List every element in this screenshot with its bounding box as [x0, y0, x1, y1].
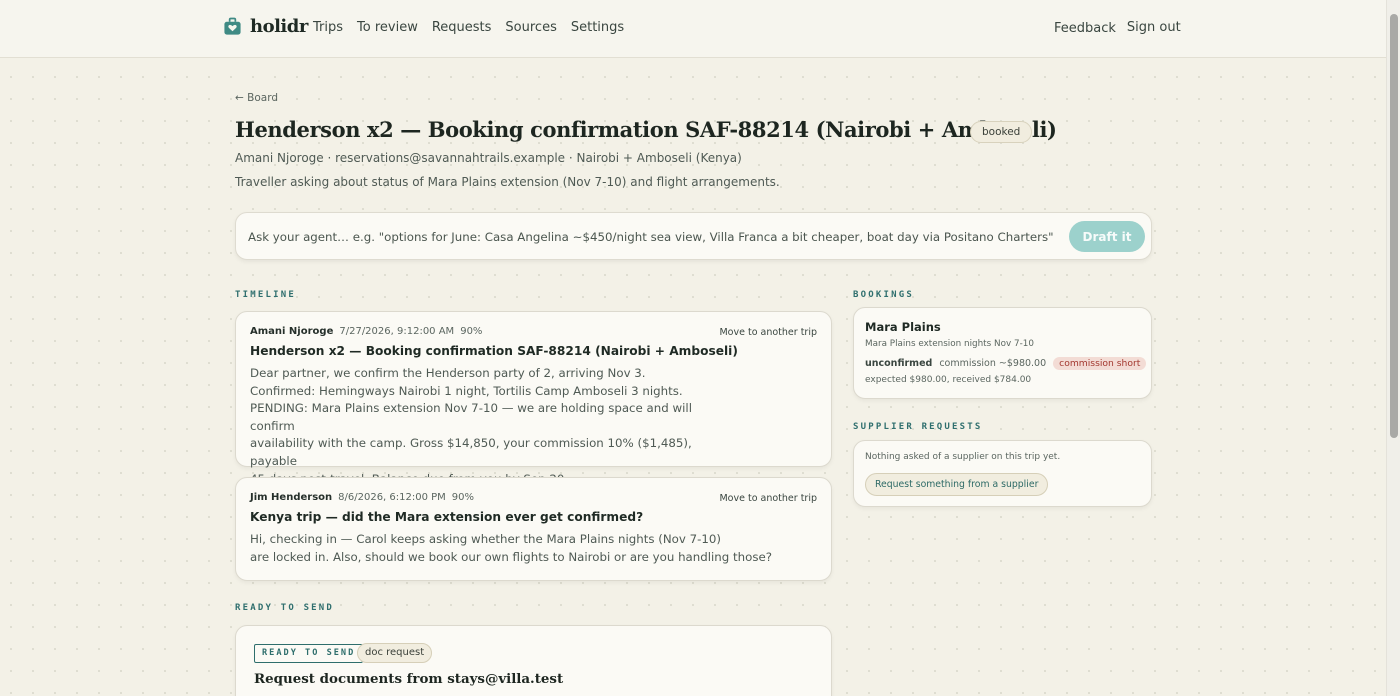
suitcase-heart-icon — [224, 17, 241, 35]
timeline-label: TIMELINE — [235, 290, 296, 300]
ready-to-send-title: Request documents from stays@villa.test — [254, 671, 564, 687]
nav-to-review[interactable]: To review — [357, 20, 418, 35]
trip-summary: Traveller asking about status of Mara Pl… — [235, 175, 780, 189]
feedback-link[interactable]: Feedback — [1054, 21, 1116, 36]
supplier-requests-label: SUPPLIER REQUESTS — [853, 422, 983, 432]
supplier-requests-empty: Nothing asked of a supplier on this trip… — [865, 452, 1061, 462]
timeline-message: Amani Njoroge 7/27/2026, 9:12:00 AM 90% Mo… — [235, 311, 832, 486]
message-body: Dear partner, we confirm the Henderson p… — [250, 366, 692, 486]
booking-name: Mara Plains — [865, 320, 941, 334]
booking-card[interactable]: Mara Plains Mara Plains extension nights… — [853, 307, 1152, 399]
top-bar: holidr Trips To review Requests Sources … — [0, 0, 1386, 58]
main-nav: Trips To review Requests Sources Setting… — [313, 20, 624, 35]
page-title: Henderson x2 — Booking confirmation SAF-… — [235, 117, 1057, 142]
message-body: Hi, checking in — Carol keeps asking whe… — [250, 532, 773, 564]
brand[interactable]: holidr — [223, 16, 308, 37]
message-sender: Jim Henderson — [250, 492, 333, 503]
timeline-message: Jim Henderson 8/6/2026, 6:12:00 PM 90% Mov… — [235, 477, 832, 581]
nav-sources[interactable]: Sources — [505, 20, 556, 35]
nav-trips[interactable]: Trips — [313, 20, 343, 35]
draft-it-button[interactable]: Draft it — [1069, 221, 1145, 252]
booking-description: Mara Plains extension nights Nov 7-10 — [865, 339, 1034, 349]
request-kind-badge: doc request — [357, 643, 433, 663]
request-from-supplier-button[interactable]: Request something from a supplier — [865, 473, 1049, 496]
trip-status-badge: booked — [970, 121, 1033, 143]
trip-meta: Amani Njoroge · reservations@savannahtra… — [235, 151, 742, 165]
message-subject: Kenya trip — did the Mara extension ever… — [250, 510, 644, 524]
nav-settings[interactable]: Settings — [571, 20, 624, 35]
brand-name: holidr — [250, 16, 308, 37]
booking-expected: expected $980.00, received $784.00 — [865, 375, 1032, 385]
supplier-requests-card: Nothing asked of a supplier on this trip… — [853, 440, 1152, 507]
ready-to-send-label: READY TO SEND — [235, 603, 335, 613]
nav-requests[interactable]: Requests — [432, 20, 492, 35]
back-to-board-link[interactable]: ← Board — [235, 92, 278, 104]
message-header: Jim Henderson 8/6/2026, 6:12:00 PM 90% — [250, 492, 474, 503]
signout-link[interactable]: Sign out — [1127, 20, 1181, 36]
move-to-another-trip-link[interactable]: Move to another trip — [719, 493, 817, 504]
move-to-another-trip-link[interactable]: Move to another trip — [719, 327, 817, 338]
account-links: Feedback Sign out — [1054, 20, 1181, 36]
message-confidence: 90% — [451, 492, 475, 503]
booking-state: unconfirmed — [865, 358, 933, 369]
ask-agent-box: Draft it — [235, 212, 1152, 260]
bookings-label: BOOKINGS — [853, 290, 914, 300]
ready-to-send-badge: READY TO SEND — [254, 644, 364, 663]
message-confidence: 90% — [460, 326, 483, 337]
booking-commission: commission ~$980.00 — [939, 358, 1047, 369]
message-date: 8/6/2026, 6:12:00 PM — [338, 492, 446, 503]
ask-agent-input[interactable] — [248, 222, 1058, 252]
message-subject: Henderson x2 — Booking confirmation SAF-… — [250, 344, 738, 358]
message-date: 7/27/2026, 9:12:00 AM — [339, 326, 455, 337]
message-header: Amani Njoroge 7/27/2026, 9:12:00 AM 90% — [250, 326, 482, 337]
ready-to-send-card[interactable]: READY TO SEND doc request Request docume… — [235, 625, 832, 696]
message-sender: Amani Njoroge — [250, 326, 334, 337]
scrollbar-thumb[interactable] — [1390, 14, 1398, 438]
booking-status-row: unconfirmed commission ~$980.00 commissi… — [865, 357, 1147, 370]
page-scrollbar[interactable] — [1386, 0, 1400, 696]
commission-short-badge: commission short — [1053, 357, 1147, 370]
